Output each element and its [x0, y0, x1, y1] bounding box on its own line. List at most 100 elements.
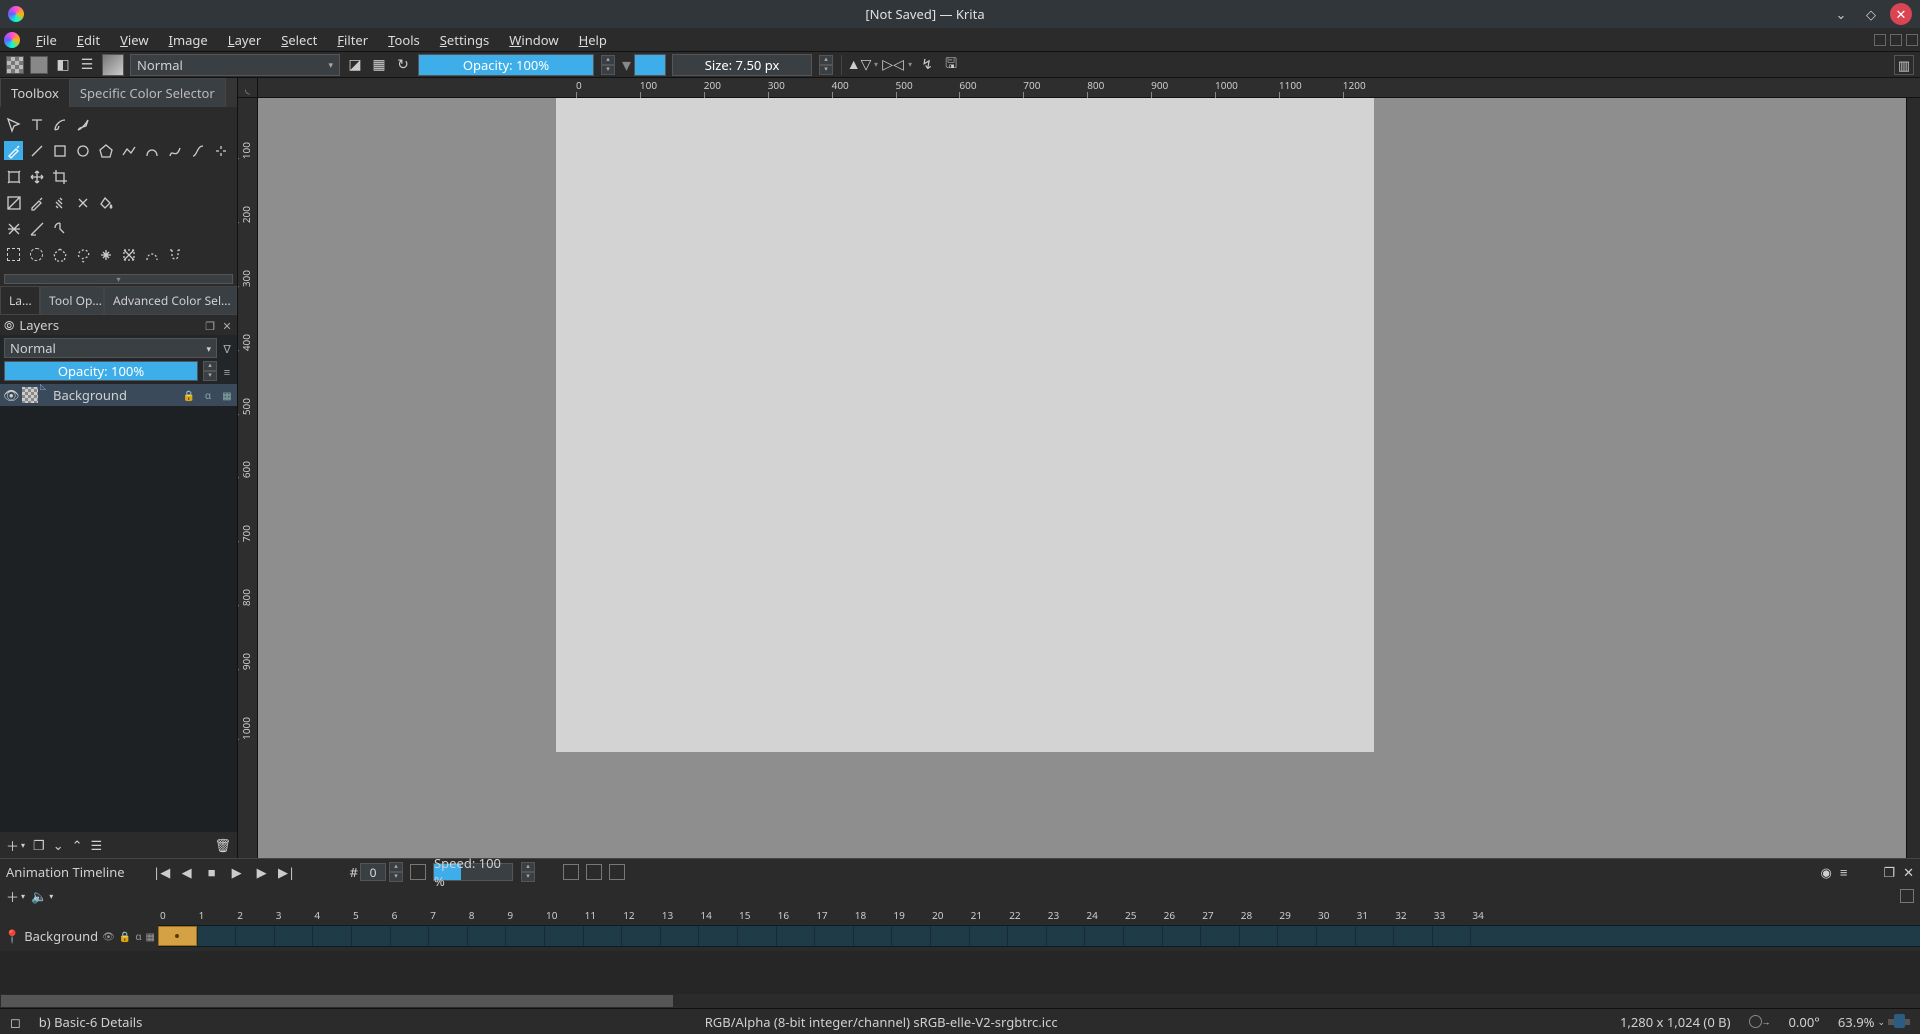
layer-blendmode-combo[interactable]: Normal ▾ [4, 338, 217, 358]
pin-icon[interactable]: 📍 [4, 927, 20, 945]
opacity-spin[interactable]: ▴▾ [601, 55, 615, 75]
track-lock-icon[interactable]: 🔒 [119, 929, 131, 943]
tool-multibrush[interactable] [211, 141, 230, 160]
tool-move[interactable] [4, 115, 23, 134]
move-layer-up-button[interactable]: ⌃ [72, 836, 83, 854]
tool-freehand-brush[interactable] [4, 141, 23, 160]
menu-filter[interactable]: Filter [327, 28, 378, 52]
anim-prev-frame-button[interactable]: ◀ [178, 863, 196, 881]
tool-color-picker[interactable] [27, 193, 46, 212]
tool-measure[interactable] [27, 219, 46, 238]
mirror-vertical-icon[interactable]: ▷◁ [884, 56, 902, 74]
current-frame-input[interactable] [360, 863, 386, 881]
menu-window[interactable]: Window [499, 28, 568, 52]
alpha-lock-icon[interactable]: ▦ [370, 56, 388, 74]
brush-preset-thumb[interactable] [102, 54, 124, 76]
anim-settings-icon[interactable]: ≡ [1840, 863, 1848, 881]
anim-play-button[interactable]: ▶ [228, 863, 246, 881]
float-anim-dock-icon[interactable]: ❐ [1883, 863, 1895, 881]
tool-similar-select[interactable] [119, 245, 138, 264]
anim-stop-button[interactable]: ■ [203, 863, 221, 881]
anim-last-frame-button[interactable]: ▶| [278, 863, 296, 881]
tool-dynamic-brush[interactable] [188, 141, 207, 160]
window-close-button[interactable]: ✕ [1890, 3, 1912, 25]
layer-lock-icon[interactable]: 🔒 [182, 388, 196, 402]
tool-rect-select[interactable] [4, 245, 23, 264]
layer-menu-icon[interactable]: ≡ [221, 365, 233, 377]
fgbg-swap-icon[interactable]: ◧ [54, 56, 72, 74]
tool-fill[interactable] [96, 193, 115, 212]
tool-bezier[interactable] [142, 141, 161, 160]
tool-edit-shapes[interactable] [50, 115, 69, 134]
save-incremental-icon[interactable]: 🖫 [942, 56, 960, 74]
track-visibility-icon[interactable]: 👁 [102, 929, 115, 943]
menu-image[interactable]: Image [159, 28, 218, 52]
vertical-scrollbar[interactable] [1906, 98, 1920, 858]
app-menu-icon[interactable] [4, 32, 20, 48]
workspace-button-2[interactable] [1890, 34, 1902, 46]
visibility-icon[interactable]: 👁 [3, 386, 17, 404]
menu-settings[interactable]: Settings [430, 28, 499, 52]
canvas-viewport[interactable] [258, 98, 1906, 858]
drop-frames-button[interactable] [410, 864, 426, 880]
window-maximize-button[interactable]: ◇ [1860, 3, 1882, 25]
filter-layers-icon[interactable]: ∇ [221, 342, 233, 354]
timeline-track[interactable] [158, 925, 1920, 947]
keyframe[interactable] [158, 926, 197, 946]
window-minimize-button[interactable]: ⌄ [1830, 3, 1852, 25]
tool-ellipse[interactable] [73, 141, 92, 160]
tool-smart-fill[interactable] [73, 193, 92, 212]
tool-gradient-fill[interactable] [4, 193, 23, 212]
onion-skin-icon[interactable]: ◉ [1821, 863, 1832, 881]
frame-spin[interactable]: ▴▾ [389, 862, 403, 882]
anim-extra-1[interactable] [563, 864, 579, 880]
dock-tab-layers-short[interactable]: La... [0, 286, 40, 315]
layer-row[interactable]: 👁 ◺ Background 🔒 α ▦ [0, 384, 237, 406]
timeline-horizontal-scrollbar[interactable] [1, 995, 673, 1007]
dock-tab-tool-options[interactable]: Tool Op... [40, 286, 104, 315]
dock-resize-handle[interactable] [4, 274, 233, 284]
move-layer-down-button[interactable]: ⌄ [53, 836, 64, 854]
workspace-chooser-button[interactable]: ▥ [1894, 55, 1914, 75]
wrap-around-icon[interactable]: ↯ [918, 56, 936, 74]
anim-next-frame-button[interactable]: ▶ [253, 863, 271, 881]
speed-slider[interactable]: Speed: 100 % [433, 863, 513, 881]
close-anim-dock-icon[interactable]: ✕ [1903, 863, 1914, 881]
tool-line[interactable] [27, 141, 46, 160]
track-alpha-icon[interactable]: α [135, 929, 141, 943]
mirror-horizontal-icon[interactable]: ▲▽ [850, 56, 868, 74]
tool-ellipse-select[interactable] [27, 245, 46, 264]
tool-magnetic-select[interactable] [165, 245, 184, 264]
layer-alpha-icon[interactable]: α [201, 388, 215, 402]
menu-layer[interactable]: Layer [218, 28, 271, 52]
tool-assistants[interactable] [4, 219, 23, 238]
tool-calligraphy[interactable] [73, 115, 92, 134]
tool-move-layer[interactable] [27, 167, 46, 186]
anim-zoom-button[interactable] [1900, 889, 1914, 903]
anim-extra-2[interactable] [586, 864, 602, 880]
rotation-dial-icon[interactable] [1749, 1015, 1762, 1028]
tool-text[interactable] [27, 115, 46, 134]
eraser-mode-icon[interactable]: ◪ [346, 56, 364, 74]
blendmode-combo[interactable]: Normal ▾ [130, 54, 340, 76]
menu-file[interactable]: File [26, 28, 67, 52]
color-swatch[interactable] [634, 54, 666, 76]
menu-select[interactable]: Select [271, 28, 327, 52]
menu-view[interactable]: View [110, 28, 158, 52]
speed-spin[interactable]: ▴▾ [521, 862, 535, 882]
status-rotation[interactable]: 0.00° [1789, 1013, 1820, 1031]
layer-inherit-icon[interactable]: ▦ [220, 388, 234, 402]
opacity-slider[interactable]: Opacity: 100% [418, 54, 594, 76]
menu-tools[interactable]: Tools [378, 28, 430, 52]
status-zoom[interactable]: 63.9% [1838, 1013, 1875, 1031]
opacity-dropdown-icon[interactable]: ▾ [622, 53, 631, 77]
status-docsize[interactable]: 1,280 x 1,024 (0 B) [1620, 1013, 1731, 1031]
anim-extra-3[interactable] [609, 864, 625, 880]
dock-tab-adv-color-selector[interactable]: Advanced Color Sel... [104, 286, 237, 315]
tool-poly-select[interactable] [50, 245, 69, 264]
tool-freehand-path[interactable] [165, 141, 184, 160]
add-layer-button[interactable]: ＋ [6, 836, 19, 855]
tool-reference[interactable] [50, 219, 69, 238]
size-slider[interactable]: Size: 7.50 px [672, 54, 812, 76]
dock-tab-toolbox[interactable]: Toolbox [0, 78, 70, 107]
